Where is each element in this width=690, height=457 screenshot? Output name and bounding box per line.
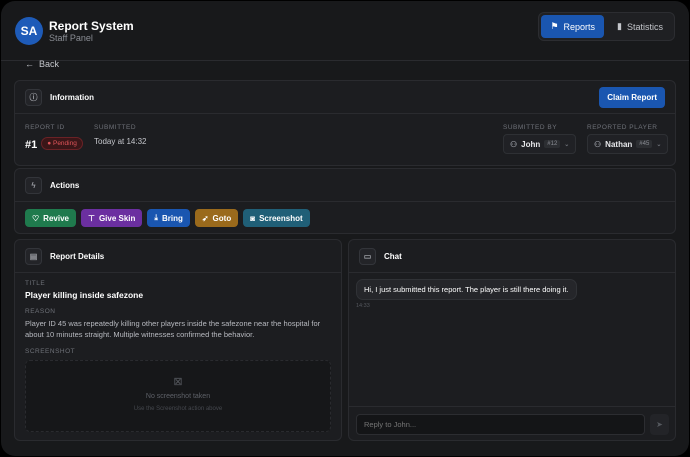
shirt-icon: ⊤ (87, 213, 95, 223)
back-button[interactable]: ← Back (25, 59, 59, 69)
submitted-by-dropdown[interactable]: ⚇ John #12 ⌄ (503, 134, 577, 154)
chat-reply-input[interactable] (356, 414, 645, 435)
screenshot-button[interactable]: ◙ Screenshot (243, 209, 310, 227)
nav-tabs: ⚑ Reports ▮ Statistics (538, 12, 675, 41)
information-card: ⓘ Information Claim Report REPORT ID #1 ● P… (14, 80, 676, 166)
status-badge: ● Pending (41, 137, 83, 151)
user-icon: ⚇ (510, 139, 518, 149)
bar-chart-icon: ▮ (617, 21, 622, 31)
actions-card: ϟ Actions ♡ Revive ⊤ Give Skin ⤓ Bring ➶ Goto… (14, 168, 676, 234)
message-square-icon: ▭ (359, 247, 376, 265)
file-icon: ▤ (25, 247, 42, 265)
app-subtitle: Staff Panel (49, 32, 93, 43)
app-window: SA Report System Staff Panel ⚑ Reports ▮ St… (1, 1, 689, 456)
bring-button[interactable]: ⤓ Bring (147, 209, 190, 227)
chevron-down-icon: ⌄ (656, 141, 662, 148)
download-icon: ⤓ (154, 213, 158, 222)
report-details-card: ▤ Report Details TITLE Player killing ins… (14, 239, 342, 441)
info-icon: ⓘ (25, 88, 42, 106)
goto-button[interactable]: ➶ Goto (194, 209, 239, 227)
arrow-left-icon: ← (25, 59, 34, 69)
tab-statistics[interactable]: ▮ Statistics (608, 15, 672, 38)
chat-message: Hi, I just submitted this report. The pl… (356, 279, 577, 300)
report-id: #1 (25, 139, 38, 151)
heart-icon: ♡ (32, 213, 40, 223)
zap-icon: ϟ (25, 176, 42, 194)
give-skin-button[interactable]: ⊤ Give Skin (80, 209, 143, 227)
flag-icon: ⚑ (550, 21, 559, 31)
chat-card: ▭ Chat Hi, I just submitted this report. … (348, 239, 676, 441)
revive-button[interactable]: ♡ Revive (25, 209, 76, 227)
navigation-icon: ➶ (201, 213, 209, 223)
send-button[interactable]: ➤ (650, 414, 669, 435)
report-reason: Player ID 45 was repeatedly killing othe… (25, 319, 321, 339)
send-icon: ➤ (656, 420, 663, 429)
avatar: SA (15, 16, 43, 45)
screenshot-placeholder: ⊠ No screenshot taken Use the Screenshot… (25, 360, 331, 432)
header: SA Report System Staff Panel ⚑ Reports ▮ St… (1, 1, 689, 61)
chevron-down-icon: ⌄ (564, 141, 570, 148)
tab-reports[interactable]: ⚑ Reports (541, 15, 605, 38)
image-off-icon: ⊠ (173, 376, 183, 388)
camera-icon: ◙ (250, 213, 256, 223)
claim-report-button[interactable]: Claim Report (599, 87, 665, 108)
user-icon: ⚇ (594, 139, 602, 149)
report-title: Player killing inside safezone (25, 290, 144, 300)
reported-player-dropdown[interactable]: ⚇ Nathan #45 ⌄ (587, 134, 669, 154)
message-time: 14:33 (356, 303, 370, 309)
app-title: Report System (49, 18, 134, 33)
